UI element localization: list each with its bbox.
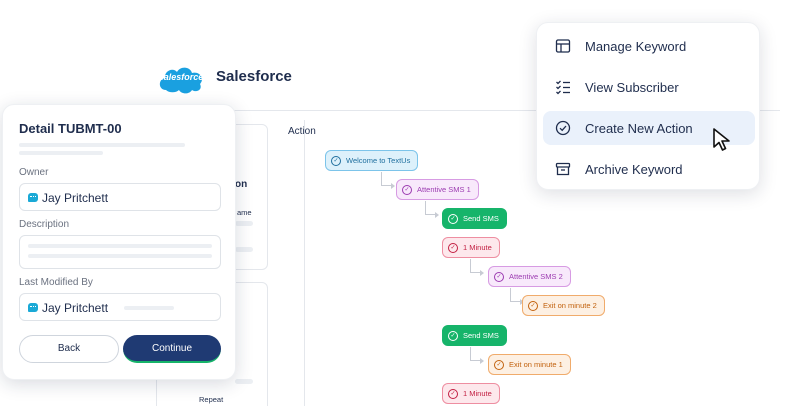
checklist-icon — [555, 79, 571, 95]
app-title: Salesforce — [216, 68, 292, 85]
flow-node-1-minute-2[interactable]: ✓ 1 Minute — [442, 383, 500, 404]
table-icon — [555, 38, 571, 54]
ghost-bar — [235, 379, 253, 384]
continue-button[interactable]: Continue — [123, 335, 221, 363]
flow-connector — [381, 172, 391, 186]
ghost-bar — [235, 221, 253, 226]
mouse-cursor-icon — [712, 128, 734, 152]
ghost-label: ame — [237, 208, 252, 217]
owner-label: Owner — [19, 167, 49, 178]
back-button[interactable]: Back — [19, 335, 119, 363]
flow-connector — [470, 347, 480, 361]
flow-divider — [304, 120, 305, 406]
menu-item-label: View Subscriber — [585, 79, 679, 95]
check-circle-icon: ✓ — [448, 213, 458, 224]
flow-node-send-sms-2[interactable]: ✓ Send SMS — [442, 325, 507, 346]
flow-arrow — [480, 270, 484, 276]
check-circle-icon: ✓ — [494, 359, 504, 370]
flow-connector — [470, 259, 480, 273]
detail-card: Detail TUBMT-00 Owner Jay Pritchett Desc… — [2, 104, 236, 380]
menu-item-archive-keyword[interactable]: Archive Keyword — [543, 152, 755, 186]
menu-item-label: Archive Keyword — [585, 161, 683, 177]
logo-text: salesforce — [158, 72, 204, 82]
archive-icon — [555, 161, 571, 177]
owner-field[interactable]: Jay Pritchett — [19, 183, 221, 211]
flow-node-label: Welcome to TextUs — [346, 156, 411, 165]
flow-connector — [425, 201, 435, 215]
check-circle-icon: ✓ — [448, 388, 458, 399]
check-circle-icon: ✓ — [331, 155, 341, 166]
user-icon — [28, 193, 38, 202]
flow-node-label: Attentive SMS 2 — [509, 272, 563, 281]
ghost-repeat: Repeat — [199, 395, 224, 404]
check-circle-icon — [555, 120, 571, 136]
flow-node-welcome[interactable]: ✓ Welcome to TextUs — [325, 150, 419, 171]
flow-node-label: Attentive SMS 1 — [417, 185, 471, 194]
actions-menu: Manage Keyword View Subscriber Create Ne… — [536, 22, 760, 190]
flow-node-exit-minute-2[interactable]: ✓ Exit on minute 2 — [522, 295, 605, 316]
last-modified-label: Last Modified By — [19, 277, 93, 288]
flow-node-label: 1 Minute — [463, 389, 492, 398]
flow-node-label: Exit on minute 2 — [543, 301, 597, 310]
menu-item-manage-keyword[interactable]: Manage Keyword — [543, 29, 755, 63]
placeholder-bar — [19, 151, 103, 155]
check-circle-icon: ✓ — [402, 184, 412, 195]
stage: salesforce Salesforce on ame Repeat Acti… — [0, 0, 800, 406]
menu-item-label: Create New Action — [585, 120, 693, 136]
check-circle-icon: ✓ — [448, 242, 458, 253]
flow-node-attentive-1[interactable]: ✓ Attentive SMS 1 — [396, 179, 479, 200]
check-circle-icon: ✓ — [528, 300, 538, 311]
check-circle-icon: ✓ — [494, 271, 504, 282]
salesforce-logo: salesforce — [156, 62, 206, 96]
flow-node-label: Send SMS — [463, 331, 499, 340]
placeholder-bar — [124, 306, 174, 310]
modified-value: Jay Pritchett — [42, 301, 109, 315]
flow-node-send-sms-1[interactable]: ✓ Send SMS — [442, 208, 507, 229]
flow-node-label: Exit on minute 1 — [509, 360, 563, 369]
description-label: Description — [19, 219, 70, 230]
placeholder-bar — [28, 254, 212, 258]
placeholder-bar — [28, 244, 212, 248]
placeholder-bar — [19, 143, 185, 147]
ghost-heading: on — [235, 179, 248, 190]
flow-node-label: Send SMS — [463, 214, 499, 223]
menu-item-label: Manage Keyword — [585, 38, 687, 54]
ghost-bar — [235, 247, 253, 252]
flow-arrow — [480, 358, 484, 364]
last-modified-field[interactable]: Jay Pritchett — [19, 293, 221, 321]
owner-value: Jay Pritchett — [42, 191, 109, 205]
flow-node-label: 1 Minute — [463, 243, 492, 252]
flow-arrow — [435, 212, 439, 218]
user-icon — [28, 303, 38, 312]
flow-node-exit-minute-1[interactable]: ✓ Exit on minute 1 — [488, 354, 571, 375]
action-section-label: Action — [288, 126, 316, 137]
flow-node-attentive-2[interactable]: ✓ Attentive SMS 2 — [488, 266, 571, 287]
flow-node-1-minute-1[interactable]: ✓ 1 Minute — [442, 237, 500, 258]
check-circle-icon: ✓ — [448, 330, 458, 341]
flow-arrow — [391, 183, 395, 189]
menu-item-view-subscriber[interactable]: View Subscriber — [543, 70, 755, 104]
description-field[interactable] — [19, 235, 221, 269]
flow-connector — [510, 288, 520, 302]
detail-title: Detail TUBMT-00 — [19, 121, 122, 136]
